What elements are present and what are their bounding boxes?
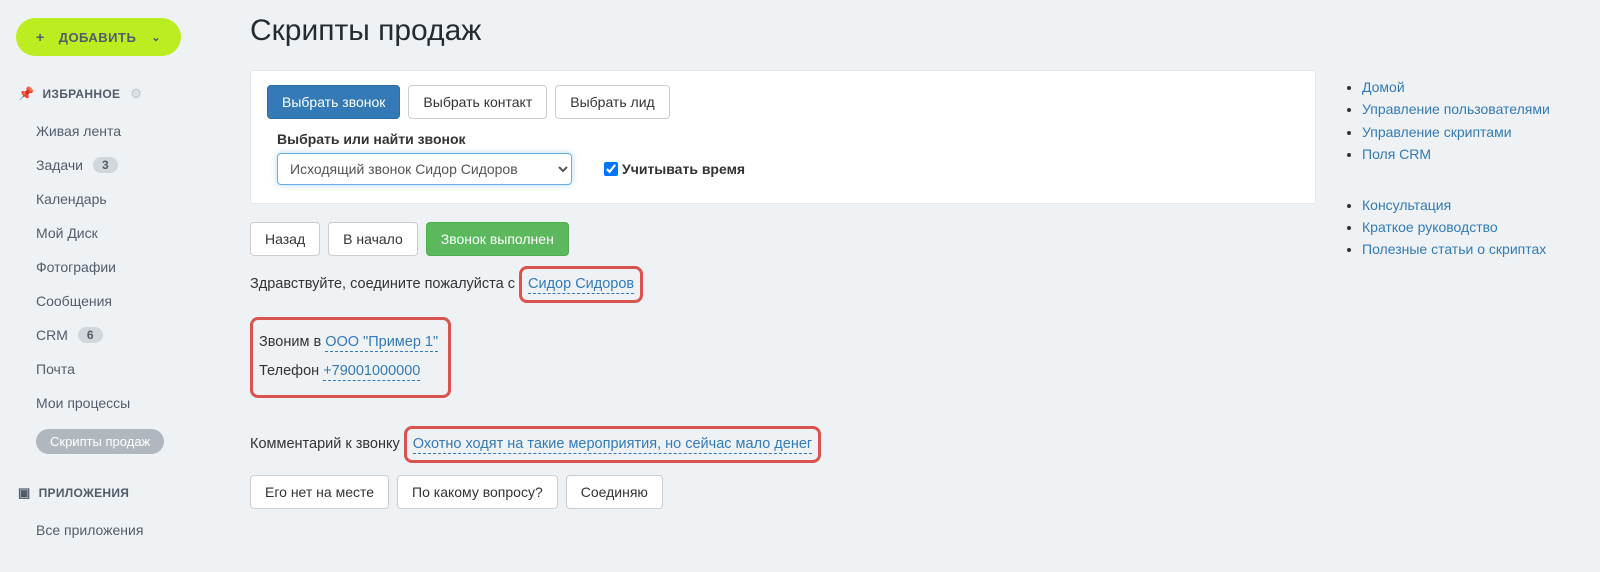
comment-highlight: Охотно ходят на такие мероприятия, но се…: [404, 426, 821, 463]
right-links: Домой Управление пользователями Управлен…: [1342, 70, 1572, 289]
main-content: Скрипты продаж Выбрать звонок Выбрать ко…: [220, 0, 1600, 572]
cube-icon: ▣: [18, 485, 31, 501]
add-button-label: ДОБАВИТЬ: [59, 30, 137, 45]
tab-select-call[interactable]: Выбрать звонок: [267, 85, 400, 119]
apps-section-title: ▣ ПРИЛОЖЕНИЯ: [18, 485, 210, 501]
sidebar-item-all-apps[interactable]: Все приложения: [16, 513, 210, 547]
opt-not-here[interactable]: Его нет на месте: [250, 475, 389, 509]
favorites-section-title: 📌 ИЗБРАННОЕ ⚙: [18, 86, 210, 102]
nav-list: Живая лента Задачи3 Календарь Мой Диск Ф…: [16, 114, 210, 463]
right-links-group-1: Домой Управление пользователями Управлен…: [1342, 76, 1572, 166]
sidebar-item-feed[interactable]: Живая лента: [16, 114, 210, 148]
call-done-button[interactable]: Звонок выполнен: [426, 222, 569, 256]
plus-icon: +: [36, 29, 45, 45]
link-users[interactable]: Управление пользователями: [1362, 98, 1572, 120]
sidebar-item-calendar[interactable]: Календарь: [16, 182, 210, 216]
crm-badge: 6: [78, 327, 103, 343]
sidebar-item-scripts[interactable]: Скрипты продаж: [16, 420, 210, 463]
tab-select-contact[interactable]: Выбрать контакт: [408, 85, 547, 119]
company-phone-highlight: Звоним в ООО "Пример 1" Телефон +7900100…: [250, 317, 451, 398]
consider-time-input[interactable]: [604, 162, 618, 176]
sidebar-item-photos[interactable]: Фотографии: [16, 250, 210, 284]
comment-prefix: Комментарий к звонку: [250, 436, 404, 452]
company-link[interactable]: ООО "Пример 1": [325, 334, 438, 352]
consider-time-checkbox[interactable]: Учитывать время: [604, 161, 745, 177]
sidebar: + ДОБАВИТЬ ⌄ 📌 ИЗБРАННОЕ ⚙ Живая лента З…: [0, 0, 220, 572]
opt-connecting[interactable]: Соединяю: [566, 475, 663, 509]
select-call-label: Выбрать или найти звонок: [277, 131, 1299, 147]
right-links-group-2: Консультация Краткое руководство Полезны…: [1342, 194, 1572, 261]
page-title: Скрипты продаж: [250, 14, 1572, 48]
sidebar-item-processes[interactable]: Мои процессы: [16, 386, 210, 420]
add-button[interactable]: + ДОБАВИТЬ ⌄: [16, 18, 181, 56]
tabs: Выбрать звонок Выбрать контакт Выбрать л…: [267, 85, 1299, 119]
phone-prefix: Телефон: [259, 363, 323, 379]
pin-icon: 📌: [18, 86, 35, 102]
response-options: Его нет на месте По какому вопросу? Соед…: [250, 475, 1316, 509]
phone-link[interactable]: +79001000000: [323, 363, 420, 381]
link-articles[interactable]: Полезные статьи о скриптах: [1362, 238, 1572, 260]
gear-icon[interactable]: ⚙: [130, 86, 142, 102]
greeting-text: Здравствуйте, соедините пожалуйста с: [250, 276, 519, 292]
link-guide[interactable]: Краткое руководство: [1362, 216, 1572, 238]
sidebar-item-crm[interactable]: CRM6: [16, 318, 210, 352]
contact-highlight: Сидор Сидоров: [519, 266, 643, 303]
link-crm-fields[interactable]: Поля CRM: [1362, 143, 1572, 165]
sidebar-item-mail[interactable]: Почта: [16, 352, 210, 386]
link-scripts[interactable]: Управление скриптами: [1362, 121, 1572, 143]
chevron-down-icon: ⌄: [151, 31, 161, 44]
nav-buttons: Назад В начало Звонок выполнен: [250, 222, 1316, 256]
link-home[interactable]: Домой: [1362, 76, 1572, 98]
calling-prefix: Звоним в: [259, 334, 325, 350]
back-button[interactable]: Назад: [250, 222, 320, 256]
script-body: Здравствуйте, соедините пожалуйста с Сид…: [250, 266, 1316, 509]
sidebar-item-messages[interactable]: Сообщения: [16, 284, 210, 318]
call-select[interactable]: Исходящий звонок Сидор Сидоров: [277, 153, 572, 185]
tasks-badge: 3: [93, 157, 118, 173]
tab-select-lead[interactable]: Выбрать лид: [555, 85, 669, 119]
start-button[interactable]: В начало: [328, 222, 418, 256]
apps-list: Все приложения: [16, 513, 210, 547]
sidebar-item-tasks[interactable]: Задачи3: [16, 148, 210, 182]
contact-name-link[interactable]: Сидор Сидоров: [528, 276, 634, 294]
selection-panel: Выбрать звонок Выбрать контакт Выбрать л…: [250, 70, 1316, 204]
opt-what-question[interactable]: По какому вопросу?: [397, 475, 558, 509]
comment-link[interactable]: Охотно ходят на такие мероприятия, но се…: [413, 436, 812, 454]
link-consult[interactable]: Консультация: [1362, 194, 1572, 216]
sidebar-item-disk[interactable]: Мой Диск: [16, 216, 210, 250]
